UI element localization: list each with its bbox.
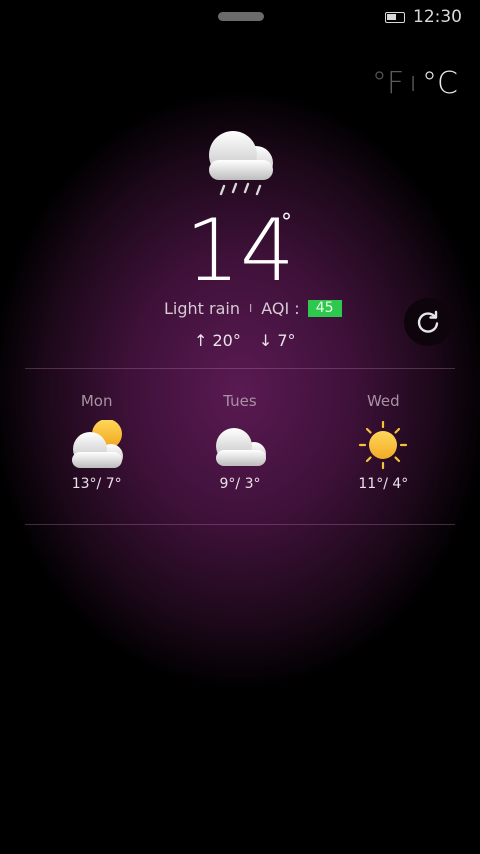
unit-celsius[interactable]: °C bbox=[422, 66, 458, 101]
status-time: 12:30 bbox=[413, 7, 462, 27]
low-temperature: ↓ 7° bbox=[258, 331, 296, 350]
forecast-temps: 13°/ 7° bbox=[71, 476, 122, 492]
aqi-badge: 45 bbox=[307, 300, 342, 317]
weather-screen: 12:30 °F I °C 14 ° Light rain I AQI : 45 bbox=[0, 0, 480, 854]
forecast-day-name: Mon bbox=[80, 392, 113, 410]
rain-cloud-icon bbox=[209, 131, 273, 196]
status-bar: 12:30 bbox=[385, 7, 462, 27]
forecast-temps: 9°/ 3° bbox=[219, 476, 261, 492]
aqi-label: AQI : bbox=[261, 299, 300, 318]
condition-text: Light rain bbox=[164, 299, 240, 318]
forecast-temps: 11°/ 4° bbox=[358, 476, 409, 492]
notification-handle[interactable] bbox=[218, 12, 264, 21]
high-temperature: ↑ 20° bbox=[194, 331, 241, 350]
refresh-button[interactable] bbox=[404, 298, 452, 346]
current-temperature: 14 bbox=[185, 201, 295, 301]
cloud-icon bbox=[215, 428, 266, 466]
divider-top bbox=[25, 368, 455, 369]
refresh-icon bbox=[417, 310, 439, 333]
partly-cloudy-icon bbox=[71, 420, 123, 468]
unit-separator: I bbox=[410, 71, 417, 96]
forecast-day-name: Tues bbox=[223, 392, 257, 410]
divider-bottom bbox=[25, 524, 455, 525]
forecast-day[interactable]: Mon 13°/ 7° bbox=[25, 392, 168, 492]
battery-icon bbox=[385, 11, 405, 23]
forecast-day[interactable]: Wed 11°/ 4° bbox=[312, 392, 455, 492]
forecast-day[interactable]: Tues 9°/ 3° bbox=[168, 392, 311, 492]
temperature-degree: ° bbox=[281, 210, 292, 235]
forecast-day-name: Wed bbox=[366, 392, 400, 410]
unit-toggle[interactable]: °F I °C bbox=[372, 66, 458, 101]
condition-separator: I bbox=[248, 302, 253, 315]
forecast-row: Mon 13°/ 7° Tues 9°/ 3° Wed 11°/ 4° bbox=[25, 392, 455, 492]
high-low-row: ↑ 20° ↓ 7° bbox=[194, 331, 296, 350]
sun-icon bbox=[359, 420, 408, 470]
unit-fahrenheit[interactable]: °F bbox=[372, 66, 404, 101]
condition-row: Light rain I AQI : 45 bbox=[164, 299, 342, 318]
